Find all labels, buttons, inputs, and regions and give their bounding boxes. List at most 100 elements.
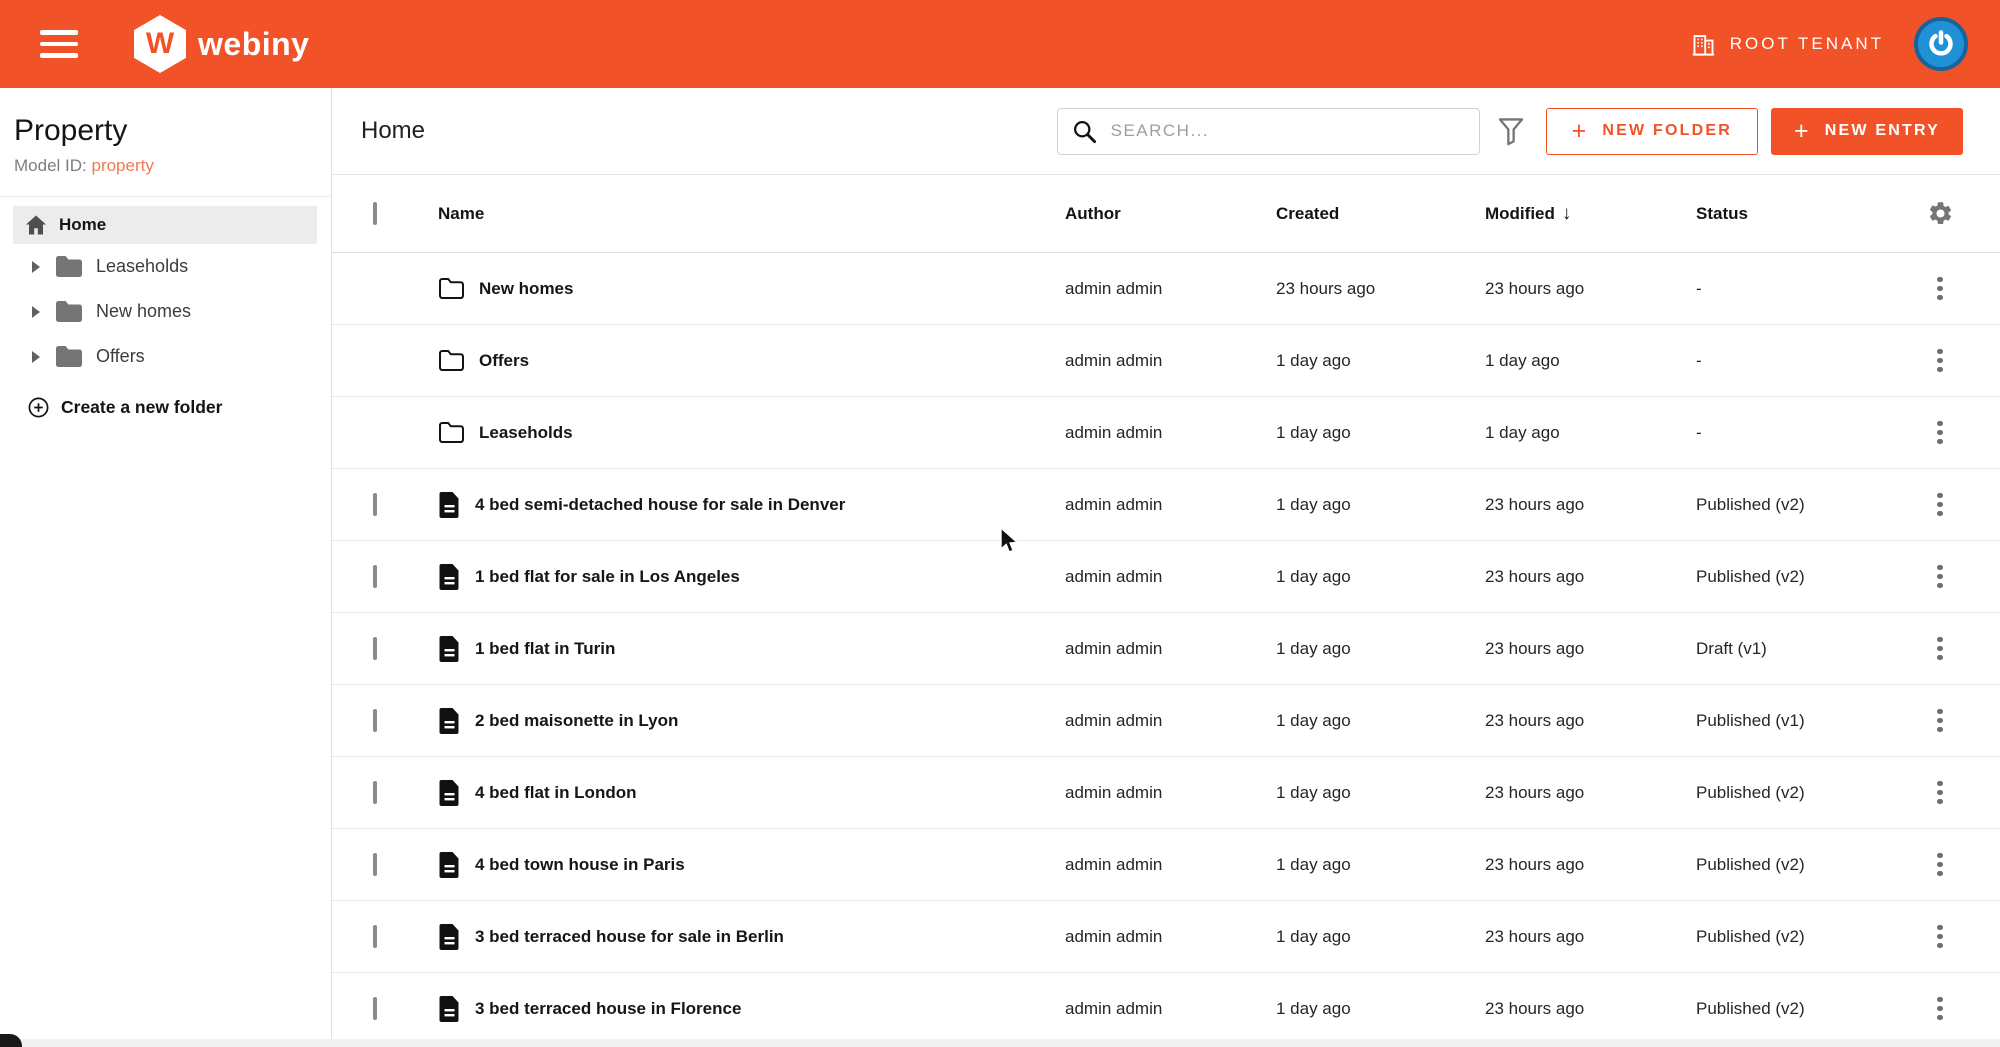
table-body: New homes admin admin 23 hours ago 23 ho… [332,253,2000,1047]
row-menu-kebab-icon[interactable] [1931,775,1949,811]
row-checkbox[interactable] [373,997,377,1020]
table-row[interactable]: New homes admin admin 23 hours ago 23 ho… [332,253,2000,325]
row-menu-kebab-icon[interactable] [1931,559,1949,595]
sidebar-folder-new-homes[interactable]: New homes [0,289,331,334]
document-icon [438,707,461,735]
row-created: 1 day ago [1276,639,1485,659]
row-checkbox[interactable] [373,781,377,804]
row-created: 1 day ago [1276,855,1485,875]
row-menu-kebab-icon[interactable] [1931,919,1949,955]
document-icon [438,851,461,879]
row-modified: 1 day ago [1485,351,1696,371]
gravatar-power-icon [1926,29,1956,59]
chevron-right-icon[interactable] [30,305,42,319]
row-name[interactable]: 2 bed maisonette in Lyon [475,711,678,731]
row-author: admin admin [1065,567,1276,587]
webiny-logo[interactable]: W webiny [134,15,309,73]
table-row[interactable]: 1 bed flat for sale in Los Angeles admin… [332,541,2000,613]
table-row[interactable]: 2 bed maisonette in Lyon admin admin 1 d… [332,685,2000,757]
row-modified: 23 hours ago [1485,711,1696,731]
table-row[interactable]: 4 bed semi-detached house for sale in De… [332,469,2000,541]
row-name[interactable]: 1 bed flat in Turin [475,639,615,659]
document-icon [438,491,461,519]
table-row[interactable]: 3 bed terraced house for sale in Berlin … [332,901,2000,973]
row-name[interactable]: New homes [479,279,573,299]
sidebar-folder-leaseholds[interactable]: Leaseholds [0,244,331,289]
gear-icon[interactable] [1927,200,1954,227]
row-author: admin admin [1065,927,1276,947]
row-menu-kebab-icon[interactable] [1931,487,1949,523]
row-created: 1 day ago [1276,351,1485,371]
column-header-created[interactable]: Created [1276,204,1485,224]
row-menu-kebab-icon[interactable] [1931,847,1949,883]
row-checkbox[interactable] [373,853,377,876]
row-name[interactable]: 3 bed terraced house for sale in Berlin [475,927,784,947]
row-menu-kebab-icon[interactable] [1931,343,1949,379]
select-all-checkbox[interactable] [373,202,377,225]
search-input[interactable] [1111,121,1466,141]
table-row[interactable]: 4 bed town house in Paris admin admin 1 … [332,829,2000,901]
column-header-author[interactable]: Author [1065,204,1276,224]
model-id: Model ID: property [14,156,317,176]
row-author: admin admin [1065,423,1276,443]
filter-icon[interactable] [1497,116,1525,146]
new-folder-button[interactable]: + NEW FOLDER [1546,108,1758,155]
chevron-right-icon[interactable] [30,350,42,364]
page-title: Home [361,117,425,145]
folder-icon [54,299,84,324]
row-menu-kebab-icon[interactable] [1931,631,1949,667]
row-name[interactable]: Leaseholds [479,423,573,443]
row-menu-kebab-icon[interactable] [1931,415,1949,451]
bottom-strip [0,1039,2000,1047]
document-icon [438,923,461,951]
column-header-status[interactable]: Status [1696,204,1880,224]
new-entry-button[interactable]: + NEW ENTRY [1771,108,1963,155]
row-created: 1 day ago [1276,423,1485,443]
row-checkbox[interactable] [373,493,377,516]
row-checkbox[interactable] [373,925,377,948]
create-folder-button[interactable]: Create a new folder [27,396,222,419]
folder-icon [438,277,465,300]
menu-icon[interactable] [40,30,78,58]
row-checkbox[interactable] [373,637,377,660]
model-id-link[interactable]: property [91,156,153,175]
row-status: Published (v1) [1696,711,1880,731]
row-menu-kebab-icon[interactable] [1931,703,1949,739]
folder-icon [438,421,465,444]
row-name[interactable]: Offers [479,351,529,371]
row-checkbox[interactable] [373,709,377,732]
content-header: Home + NEW [332,88,2000,175]
table-row[interactable]: 1 bed flat in Turin admin admin 1 day ag… [332,613,2000,685]
chevron-right-icon[interactable] [30,260,42,274]
folder-icon [438,349,465,372]
table-header: Name Author Created Modified↓ Status [332,175,2000,253]
table-row[interactable]: Offers admin admin 1 day ago 1 day ago - [332,325,2000,397]
row-modified: 23 hours ago [1485,999,1696,1019]
sidebar-item-home[interactable]: Home [13,206,317,244]
user-avatar[interactable] [1914,17,1968,71]
table-row[interactable]: Leaseholds admin admin 1 day ago 1 day a… [332,397,2000,469]
folder-icon [54,344,84,369]
new-folder-label: NEW FOLDER [1602,122,1732,140]
row-name[interactable]: 1 bed flat for sale in Los Angeles [475,567,740,587]
sidebar-folder-offers[interactable]: Offers [0,334,331,379]
row-menu-kebab-icon[interactable] [1931,271,1949,307]
document-icon [438,995,461,1023]
table-row[interactable]: 4 bed flat in London admin admin 1 day a… [332,757,2000,829]
table-row[interactable]: 3 bed terraced house in Florence admin a… [332,973,2000,1045]
row-checkbox[interactable] [373,565,377,588]
row-menu-kebab-icon[interactable] [1931,991,1949,1027]
row-author: admin admin [1065,855,1276,875]
column-header-name[interactable]: Name [438,204,1065,224]
row-name[interactable]: 4 bed flat in London [475,783,636,803]
row-created: 1 day ago [1276,567,1485,587]
tenant-selector[interactable]: ROOT TENANT [1690,31,1884,58]
row-modified: 23 hours ago [1485,927,1696,947]
row-created: 23 hours ago [1276,279,1485,299]
row-name[interactable]: 3 bed terraced house in Florence [475,999,741,1019]
row-name[interactable]: 4 bed semi-detached house for sale in De… [475,495,845,515]
column-header-modified[interactable]: Modified↓ [1485,203,1696,225]
row-name[interactable]: 4 bed town house in Paris [475,855,685,875]
webiny-wordmark: webiny [198,26,309,63]
row-status: Published (v2) [1696,927,1880,947]
